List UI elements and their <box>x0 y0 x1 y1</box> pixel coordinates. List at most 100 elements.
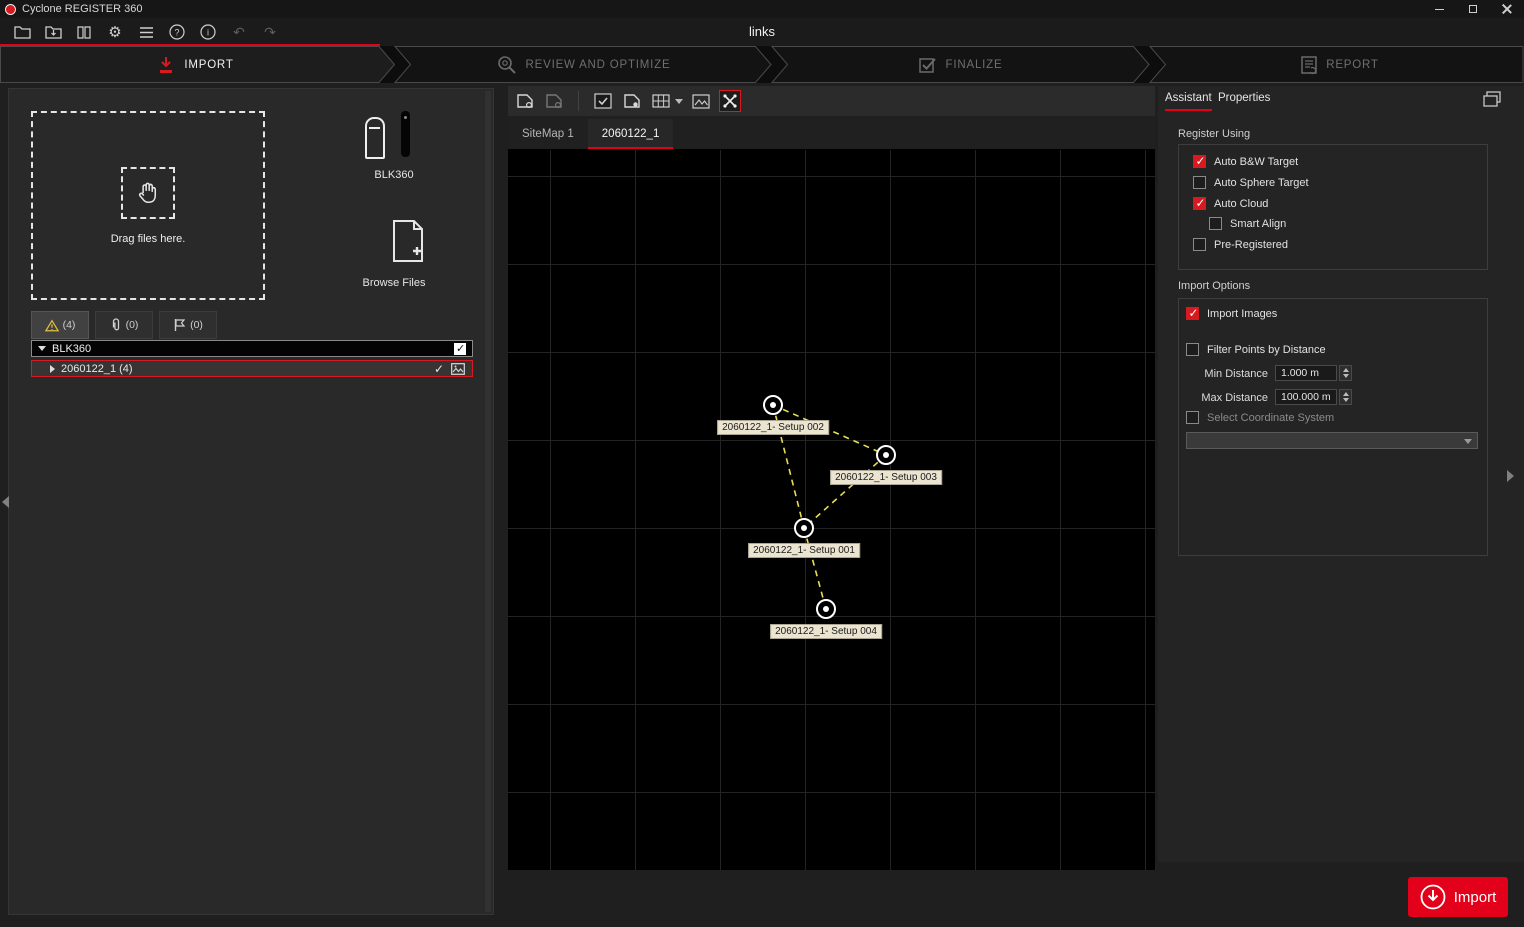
expand-arrow-icon[interactable] <box>50 365 55 373</box>
tab-sitemap-1[interactable]: SiteMap 1 <box>508 119 588 149</box>
project-title: links <box>749 24 775 39</box>
import-options-group <box>1178 298 1488 556</box>
create-link-icon[interactable] <box>514 90 536 112</box>
spin-up-icon[interactable] <box>1343 392 1349 396</box>
pre-registered-checkbox[interactable] <box>1193 238 1206 251</box>
info-icon[interactable]: i <box>199 23 217 41</box>
help-icon[interactable]: ? <box>168 23 186 41</box>
option-filter-points[interactable]: Filter Points by Distance <box>1186 343 1326 356</box>
setup-label[interactable]: 2060122_1- Setup 003 <box>830 470 942 485</box>
open-project-icon[interactable] <box>13 23 31 41</box>
thumbnails-icon[interactable] <box>690 90 712 112</box>
tab-finalize-label: FINALIZE <box>946 59 1003 71</box>
setup-label[interactable]: 2060122_1- Setup 001 <box>748 543 860 558</box>
option-auto-bw-target[interactable]: Auto B&W Target <box>1193 155 1298 168</box>
minimize-button[interactable] <box>1422 0 1456 18</box>
tree-parent-checkbox[interactable] <box>454 343 466 355</box>
max-distance-input[interactable]: 100.000 m <box>1275 389 1337 405</box>
min-distance-spinner[interactable] <box>1339 365 1352 381</box>
links-layer <box>508 150 1155 870</box>
undo-icon[interactable]: ↶ <box>230 23 248 41</box>
setup-node[interactable] <box>794 518 814 538</box>
smart-align-checkbox[interactable] <box>1209 217 1222 230</box>
maximize-button[interactable] <box>1456 0 1490 18</box>
tree-child-check-icon[interactable]: ✓ <box>434 362 444 376</box>
max-distance-spinner[interactable] <box>1339 389 1352 405</box>
show-links-icon[interactable] <box>719 90 741 112</box>
option-select-coordinate-system[interactable]: Select Coordinate System <box>1186 411 1334 424</box>
setup-node[interactable] <box>876 445 896 465</box>
setup-node[interactable] <box>816 599 836 619</box>
drag-hand-icon <box>121 167 175 219</box>
spin-down-icon[interactable] <box>1343 398 1349 402</box>
image-icon <box>451 363 465 375</box>
collapse-left-panel-icon[interactable] <box>2 496 9 508</box>
report-list-icon[interactable] <box>137 23 155 41</box>
save-project-icon[interactable] <box>44 23 62 41</box>
tab-2060122-1[interactable]: 2060122_1 <box>588 119 674 149</box>
redo-icon[interactable]: ↷ <box>261 23 279 41</box>
coordinate-system-dropdown[interactable] <box>1186 432 1478 449</box>
coordinate-system-checkbox[interactable] <box>1186 411 1199 424</box>
collapse-right-panel-icon[interactable] <box>1507 470 1514 482</box>
review-icon <box>496 54 518 76</box>
tab-sitemap-1-label: SiteMap 1 <box>522 128 574 140</box>
svg-text:?: ? <box>174 28 179 38</box>
spin-up-icon[interactable] <box>1343 368 1349 372</box>
tab-review-label: REVIEW AND OPTIMIZE <box>526 59 671 71</box>
collapse-arrow-icon[interactable] <box>38 346 46 351</box>
toolbar-separator <box>578 91 579 111</box>
tree-row-blk360[interactable]: BLK360 <box>31 340 473 357</box>
browse-files-label: Browse Files <box>339 277 449 289</box>
left-panel-scrollbar[interactable] <box>485 91 491 912</box>
link-line <box>804 528 826 609</box>
tab-finalize[interactable]: FINALIZE <box>777 46 1143 83</box>
import-button[interactable]: Import <box>1408 877 1508 917</box>
file-dropzone[interactable]: Drag files here. <box>31 111 265 300</box>
option-auto-cloud[interactable]: Auto Cloud <box>1193 197 1268 210</box>
option-smart-align[interactable]: Smart Align <box>1209 217 1286 230</box>
attachments-tab[interactable]: (0) <box>95 311 153 339</box>
tab-assistant[interactable]: Assistant <box>1165 92 1212 111</box>
setup-label[interactable]: 2060122_1- Setup 004 <box>770 624 882 639</box>
spin-down-icon[interactable] <box>1343 374 1349 378</box>
attachments-count: (0) <box>126 319 139 331</box>
sitemap-canvas[interactable]: 2060122_1- Setup 002 2060122_1- Setup 003… <box>508 150 1155 870</box>
auto-bw-target-label: Auto B&W Target <box>1214 156 1298 168</box>
expand-panel-icon[interactable] <box>1482 90 1502 108</box>
option-import-images[interactable]: Import Images <box>1186 307 1277 320</box>
setup-label[interactable]: 2060122_1- Setup 002 <box>717 420 829 435</box>
auto-bw-target-checkbox[interactable] <box>1193 155 1206 168</box>
min-distance-input[interactable]: 1.000 m <box>1275 365 1337 381</box>
tree-row-2060122-1[interactable]: 2060122_1 (4) ✓ <box>31 360 473 377</box>
tab-review-and-optimize[interactable]: REVIEW AND OPTIMIZE <box>400 46 766 83</box>
auto-sphere-target-checkbox[interactable] <box>1193 176 1206 189</box>
grid-settings-caret[interactable] <box>675 99 683 104</box>
filter-points-checkbox[interactable] <box>1186 343 1199 356</box>
warnings-tab[interactable]: (4) <box>31 311 89 339</box>
setup-node[interactable] <box>763 395 783 415</box>
blk360-scanner-icon <box>365 117 385 159</box>
grid-settings-icon[interactable] <box>650 90 672 112</box>
remove-link-icon[interactable] <box>543 90 565 112</box>
setup-markers-icon[interactable] <box>621 90 643 112</box>
option-auto-sphere-target[interactable]: Auto Sphere Target <box>1193 176 1309 189</box>
tab-report[interactable]: REPORT <box>1155 46 1524 83</box>
option-pre-registered[interactable]: Pre-Registered <box>1193 238 1288 251</box>
tree-child-image-button[interactable] <box>450 363 466 375</box>
library-icon[interactable] <box>75 23 93 41</box>
tab-report-label: REPORT <box>1326 59 1379 71</box>
close-button[interactable] <box>1490 0 1524 18</box>
tab-properties[interactable]: Properties <box>1218 92 1270 109</box>
settings-gear-icon[interactable]: ⚙ <box>106 23 124 41</box>
attachment-icon <box>110 318 122 332</box>
auto-cloud-checkbox[interactable] <box>1193 197 1206 210</box>
import-images-label: Import Images <box>1207 308 1277 320</box>
min-distance-label: Min Distance <box>1196 368 1268 380</box>
import-images-checkbox[interactable] <box>1186 307 1199 320</box>
app-logo-icon <box>5 4 16 15</box>
flags-tab[interactable]: (0) <box>159 311 217 339</box>
tab-import[interactable]: IMPORT <box>0 46 390 83</box>
browse-files-button[interactable]: Browse Files <box>339 219 449 268</box>
image-check-icon[interactable] <box>592 90 614 112</box>
